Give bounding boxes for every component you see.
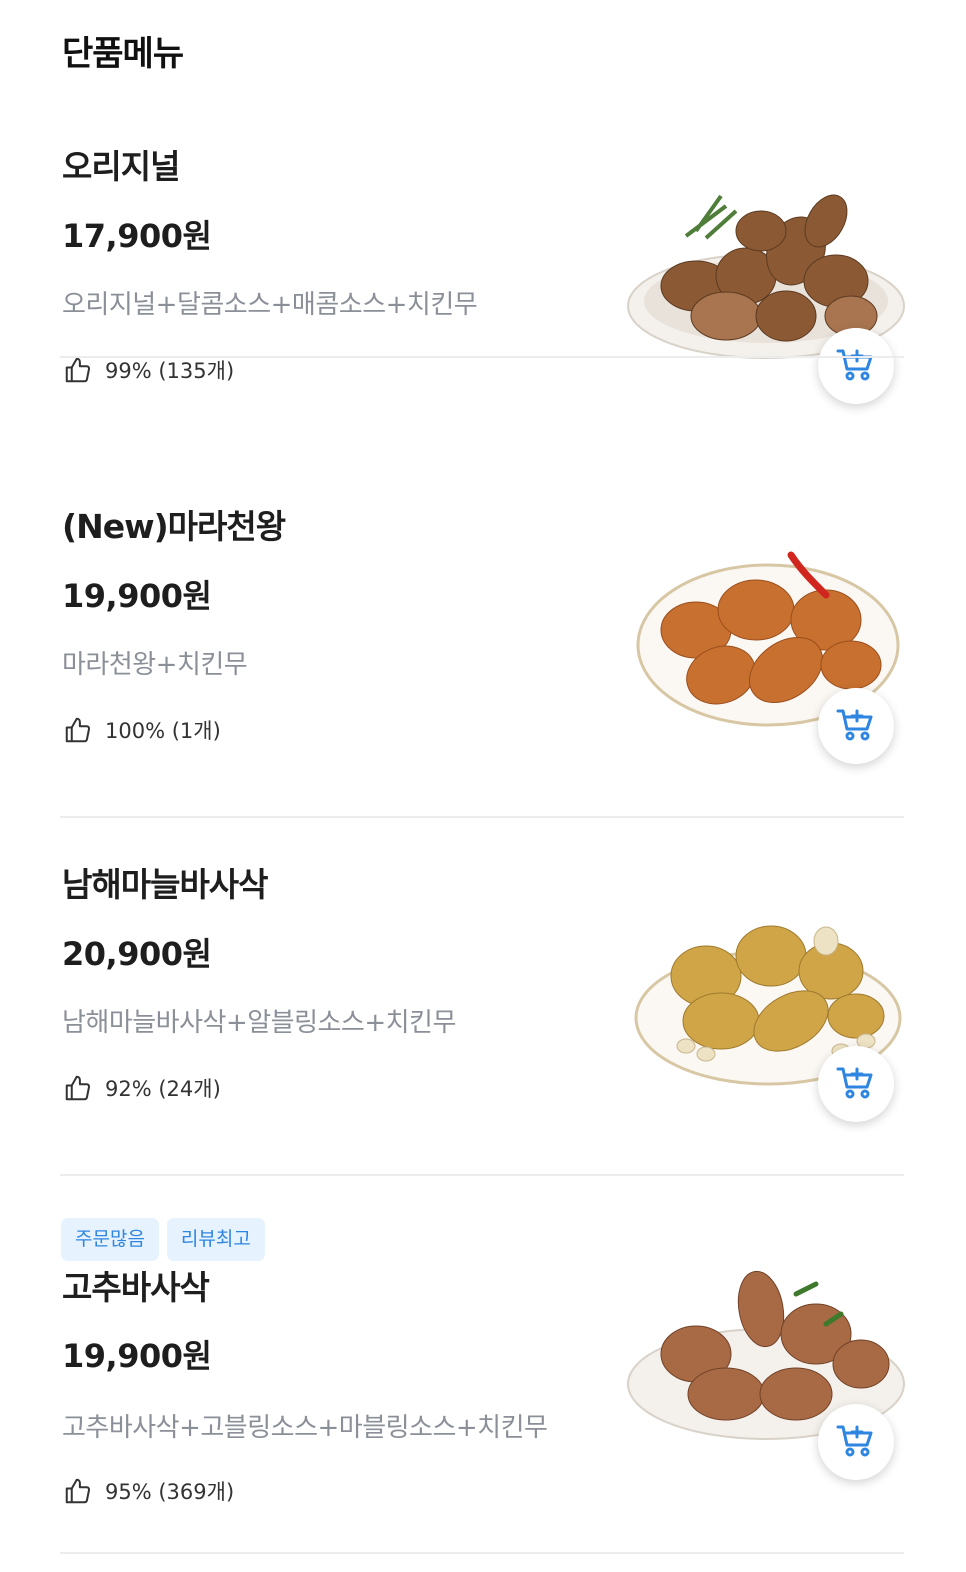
item-name: 남해마늘바사삭 xyxy=(62,865,269,904)
rating-text: 100% (1개) xyxy=(105,719,221,743)
item-rating: 95% (369개) xyxy=(63,1476,234,1506)
item-price: 19,900원 xyxy=(62,1337,212,1375)
rating-text: 99% (135개) xyxy=(105,359,235,383)
add-to-cart-button[interactable] xyxy=(818,1404,894,1480)
rating-text: 95% (369개) xyxy=(105,1480,235,1504)
item-description: 고추바사삭+고블링소스+마블링소스+치킨무 xyxy=(62,1413,548,1443)
thumbs-up-icon xyxy=(63,355,93,385)
item-description: 오리지널+달콤소스+매콤소스+치킨무 xyxy=(62,290,478,320)
add-to-cart-button[interactable] xyxy=(818,688,894,764)
add-to-cart-icon xyxy=(836,1064,876,1104)
badge-top-review: 리뷰최고 xyxy=(166,1218,265,1261)
menu-item-pepper[interactable]: 주문많음 리뷰최고 고추바사삭 19,900원 고추바사삭+고블링소스+마블링소… xyxy=(0,1176,966,1554)
item-name: (New)마라천왕 xyxy=(62,507,286,546)
menu-item-garlic[interactable]: 남해마늘바사삭 20,900원 남해마늘바사삭+알블링소스+치킨무 92% (2… xyxy=(0,818,966,1176)
thumbs-up-icon xyxy=(63,1073,93,1103)
thumbs-up-icon xyxy=(63,715,93,745)
add-to-cart-button[interactable] xyxy=(818,1046,894,1122)
menu-item-original[interactable]: 오리지널 17,900원 오리지널+달콤소스+매콤소스+치킨무 99% (135… xyxy=(0,0,966,404)
divider xyxy=(60,1552,904,1554)
item-name: 고추바사삭 xyxy=(62,1268,210,1307)
item-name: 오리지널 xyxy=(62,147,180,186)
item-rating: 92% (24개) xyxy=(63,1073,221,1103)
add-to-cart-icon xyxy=(836,1422,876,1462)
item-price: 20,900원 xyxy=(62,935,212,973)
add-to-cart-icon xyxy=(836,706,876,746)
item-rating: 99% (135개) xyxy=(63,355,234,385)
rating-text: 92% (24개) xyxy=(105,1077,221,1101)
item-rating: 100% (1개) xyxy=(63,715,221,745)
item-price: 19,900원 xyxy=(62,577,212,615)
divider xyxy=(60,356,904,358)
item-price: 17,900원 xyxy=(62,217,212,255)
thumbs-up-icon xyxy=(63,1476,93,1506)
add-to-cart-icon xyxy=(836,346,876,386)
item-description: 마라천왕+치킨무 xyxy=(62,650,248,680)
badge-group: 주문많음 리뷰최고 xyxy=(61,1218,265,1261)
add-to-cart-button[interactable] xyxy=(818,328,894,404)
menu-item-mala[interactable]: (New)마라천왕 19,900원 마라천왕+치킨무 100% (1개) xyxy=(0,460,966,818)
badge-popular: 주문많음 xyxy=(61,1218,159,1261)
item-description: 남해마늘바사삭+알블링소스+치킨무 xyxy=(62,1008,456,1038)
